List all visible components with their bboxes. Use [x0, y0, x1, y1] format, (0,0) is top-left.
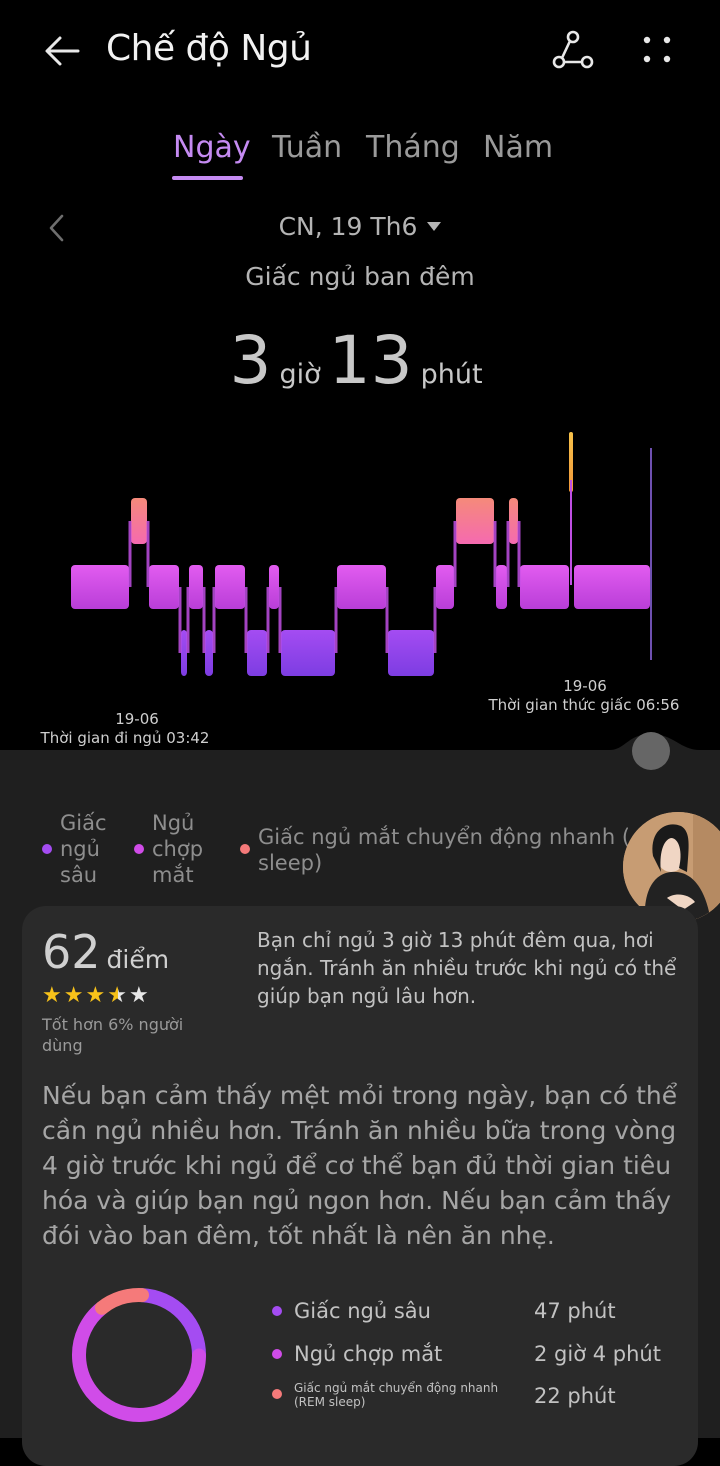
star-icon: ★ [63, 983, 86, 1008]
stage-transition [186, 587, 190, 653]
stage-transition [334, 587, 338, 653]
stage-block-light [436, 565, 454, 609]
stage-transition [212, 587, 216, 653]
stage-transition [178, 587, 182, 653]
sleep-stage-chart: 19-06 Thời gian đi ngủ 03:42 19-06 Thời … [40, 432, 680, 747]
caret-down-icon [427, 222, 442, 231]
stage-transition [570, 480, 572, 585]
comparison-text: Tốt hơn 6% người dùng [42, 1015, 184, 1055]
share-nodes-icon[interactable] [550, 28, 596, 74]
legend-dot-deep [42, 844, 52, 854]
active-tab-indicator [172, 176, 243, 180]
sleep-type-label: Giấc ngủ ban đêm [245, 262, 475, 291]
panel-curve [0, 734, 720, 754]
stage-block-deep [281, 630, 335, 676]
stage-transition [202, 587, 206, 653]
star-icon: ★ [128, 983, 151, 1008]
stage-transition [493, 521, 497, 587]
tab-day[interactable]: Ngày [173, 130, 251, 165]
stage-block-deep [181, 630, 187, 676]
star-icon: ★ [42, 983, 64, 1008]
tab-week[interactable]: Tuần [272, 130, 342, 165]
legend-rem-sleep: Giấc ngủ mắt chuyển động nhanh (REMsleep… [258, 825, 628, 875]
star-icon: ★ [107, 983, 129, 1008]
more-dots-icon[interactable] [636, 28, 682, 74]
score-value: 62 [42, 925, 101, 979]
date-selector[interactable]: CN, 19 Th6 [0, 212, 720, 241]
stage-block-light [215, 565, 245, 609]
star-icon: ★ [85, 983, 108, 1008]
stage-transition [278, 587, 282, 653]
duration-hours-unit: giờ [279, 359, 321, 390]
stage-block-light [189, 565, 203, 609]
stage-block-deep [388, 630, 434, 676]
sleep-duration: 3 giờ 13 phút [0, 322, 720, 399]
duration-minutes: 13 [328, 322, 413, 399]
stage-block-rem [509, 498, 518, 544]
stage-block-light [574, 565, 650, 609]
tab-month[interactable]: Tháng [366, 130, 460, 165]
stage-block-light [71, 565, 129, 609]
stage-transition [506, 521, 510, 587]
page-title: Chế độ Ngủ [106, 28, 312, 69]
breakdown-dot-rem [272, 1389, 282, 1399]
stage-block-light [337, 565, 386, 609]
stage-transition [433, 587, 437, 653]
wake-date: 19-06 [563, 677, 607, 695]
breakdown-label-light: Ngủ chợp mắt [294, 1342, 443, 1366]
stage-transition [266, 587, 270, 653]
stage-transition [453, 521, 457, 587]
breakdown-value-rem: 22 phút [534, 1384, 616, 1408]
sleep-stage-donut [72, 1288, 206, 1422]
wake-label: Thời gian thức giấc 06:56 [488, 696, 680, 714]
stage-transition [385, 587, 389, 653]
legend-dot-light [134, 844, 144, 854]
score-unit: điểm [106, 945, 170, 974]
donut-segment [72, 1300, 206, 1422]
sleep-summary: Bạn chỉ ngủ 3 giờ 13 phút đêm qua, hơi n… [257, 928, 677, 1008]
donut-segment [134, 1288, 206, 1363]
sleep-advice: Nếu bạn cảm thấy mệt mỏi trong ngày, bạn… [42, 1081, 678, 1250]
stage-block-deep [247, 630, 267, 676]
stage-block-light [269, 565, 279, 609]
stage-transition [244, 587, 248, 653]
stage-transition [128, 521, 132, 587]
stage-block-rem [456, 498, 494, 544]
breakdown-dot-deep [272, 1306, 282, 1316]
scrubber-handle[interactable] [632, 732, 670, 770]
breakdown-dot-light [272, 1349, 282, 1359]
stage-block-light [520, 565, 569, 609]
sleep-score: 62 điểm [42, 925, 169, 979]
legend-dot-rem [240, 844, 250, 854]
date-label: CN, 19 Th6 [278, 212, 418, 241]
stage-block-deep [205, 630, 213, 676]
breakdown-label-deep: Giấc ngủ sâu [294, 1299, 431, 1323]
breakdown-value-light: 2 giờ 4 phút [534, 1342, 661, 1366]
stage-block-rem [131, 498, 147, 544]
breakdown-label-rem: Giấc ngủ mắt chuyển động nhanh (REM slee… [294, 1381, 499, 1409]
star-rating: ★★★★★ [42, 983, 151, 1008]
stage-transition [146, 521, 150, 587]
donut-segment [94, 1288, 149, 1315]
back-arrow-icon[interactable] [40, 30, 84, 74]
duration-hours: 3 [229, 322, 272, 399]
tab-year[interactable]: Năm [483, 130, 553, 165]
sleep-start-date: 19-06 [115, 710, 159, 728]
duration-minutes-unit: phút [420, 359, 483, 390]
legend-deep-sleep: Giấc ngủ sâu [60, 811, 107, 887]
breakdown-value-deep: 47 phút [534, 1299, 616, 1323]
stage-block-light [149, 565, 179, 609]
stage-transition [517, 521, 521, 587]
legend-light-sleep: Ngủ chợp mắt [152, 811, 204, 887]
stage-block-light [496, 565, 507, 609]
